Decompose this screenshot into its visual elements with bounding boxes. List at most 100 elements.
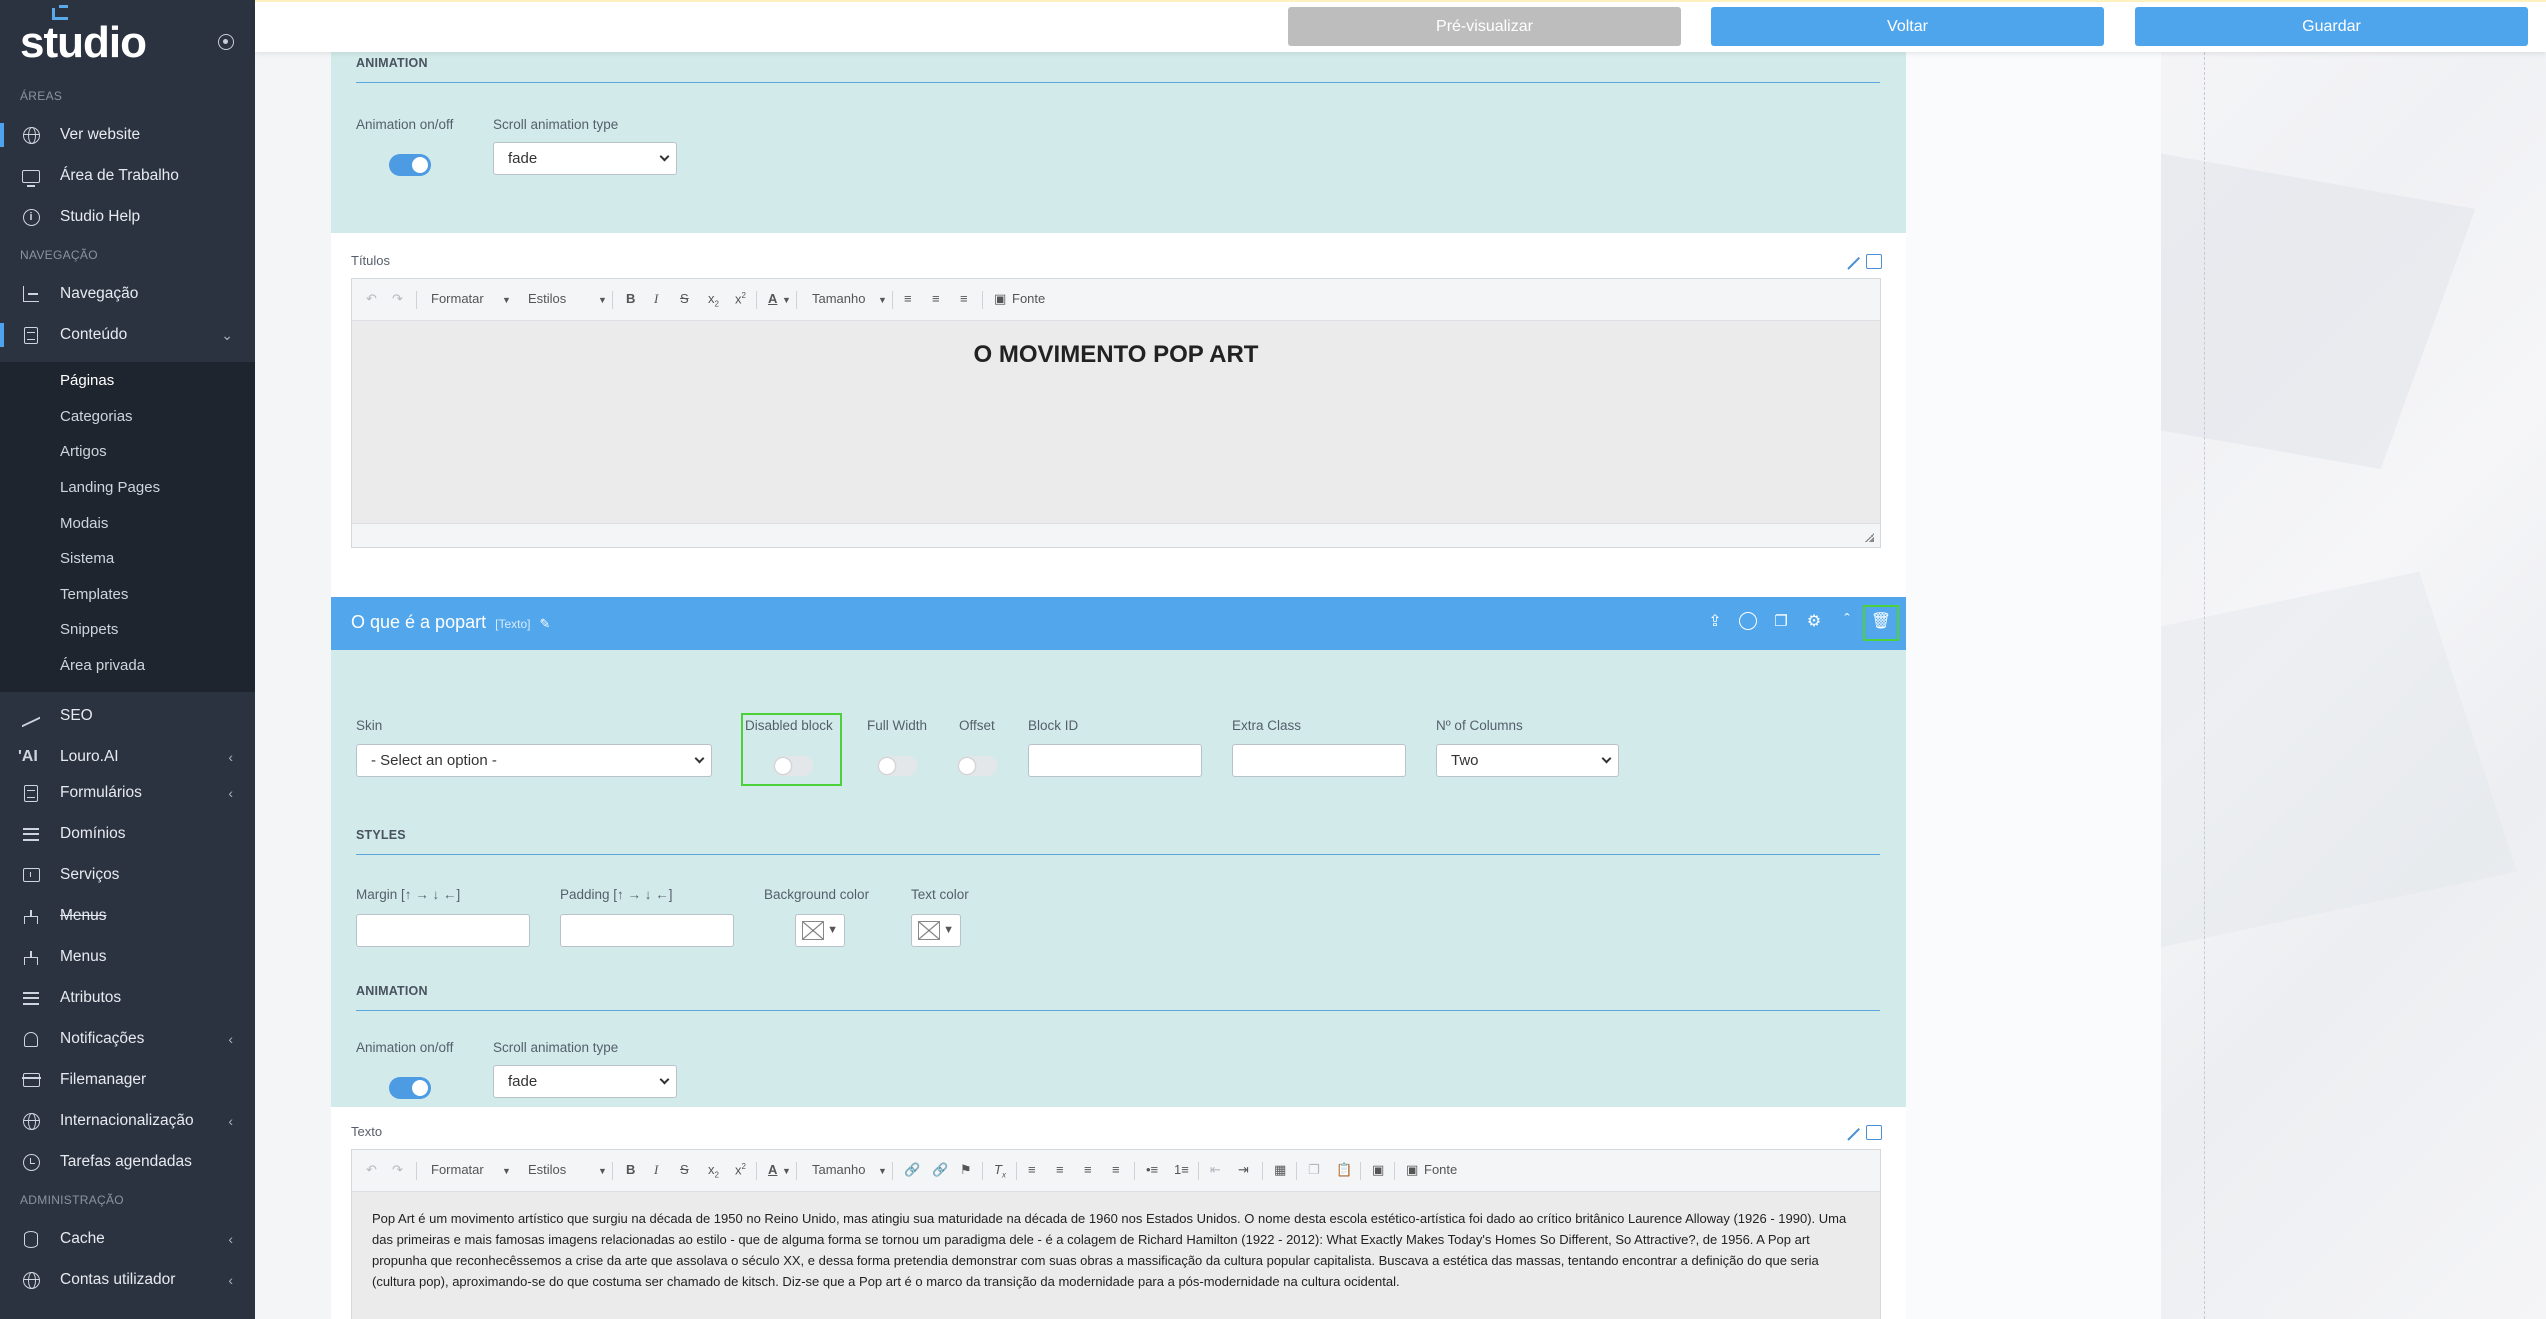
full-width-toggle[interactable] (877, 756, 917, 776)
italic-icon[interactable]: I (654, 291, 658, 307)
unlink-icon[interactable]: 🔗 (932, 1162, 948, 1178)
subscript-icon[interactable]: x2 (708, 291, 719, 309)
collapse-chevron-up-icon[interactable]: ˆ (1837, 611, 1857, 631)
strikethrough-icon[interactable]: S (680, 291, 689, 306)
image-icon[interactable]: ▣ (1372, 1162, 1384, 1178)
indent-icon[interactable]: ⇥ (1238, 1162, 1249, 1178)
history-clock-icon[interactable] (1739, 612, 1757, 630)
animation-toggle[interactable] (389, 154, 431, 176)
outdent-icon[interactable]: ⇤ (1210, 1162, 1221, 1178)
sidebar-item-menus-legacy[interactable]: Menus (0, 896, 255, 936)
block-header-o-que-e-a-popart[interactable]: O que é a popart [Texto] ✎ ⇪ ❐ ⚙ ˆ 🗑 (331, 597, 1906, 650)
text-color-icon[interactable]: A (768, 291, 777, 306)
sidebar-item-studio-help[interactable]: i Studio Help (0, 197, 255, 237)
ai-magic-icon[interactable] (1847, 253, 1882, 271)
source-code-icon[interactable]: ▣ (994, 291, 1006, 307)
text-rich-text-editor[interactable]: ↶ ↷ Formatar ▼ Estilos ▼ B I S x2 x2 A ▼… (351, 1149, 1881, 1319)
scroll-animation-select[interactable]: fade (493, 142, 677, 175)
align-left-icon[interactable]: ≡ (904, 291, 912, 306)
padding-input[interactable] (560, 914, 734, 947)
align-left-icon[interactable]: ≡ (1028, 1162, 1036, 1177)
bold-icon[interactable]: B (626, 291, 635, 306)
margin-input[interactable] (356, 914, 530, 947)
styles-dropdown[interactable]: Estilos (528, 1162, 566, 1177)
resize-handle-icon[interactable] (1864, 532, 1874, 542)
text-color-picker[interactable]: ▼ (911, 914, 961, 947)
italic-icon[interactable]: I (654, 1162, 658, 1178)
size-dropdown[interactable]: Tamanho (812, 1162, 865, 1177)
undo-icon[interactable]: ↶ (366, 1162, 377, 1178)
titles-rich-text-editor[interactable]: ↶ ↷ Formatar ▼ Estilos ▼ B I S x2 x2 A ▼… (351, 278, 1881, 548)
disabled-block-toggle[interactable] (773, 756, 813, 776)
format-dropdown[interactable]: Formatar (431, 1162, 484, 1177)
skin-select[interactable]: - Select an option - (356, 744, 712, 777)
save-button[interactable]: Guardar (2135, 7, 2528, 46)
superscript-icon[interactable]: x2 (735, 291, 746, 306)
sidebar-item-servicos[interactable]: Serviços (0, 855, 255, 895)
sidebar-item-seo[interactable]: SEO (0, 696, 255, 736)
background-color-picker[interactable]: ▼ (795, 914, 845, 947)
clear-format-icon[interactable]: Tx (994, 1162, 1006, 1180)
subscript-icon[interactable]: x2 (708, 1162, 719, 1180)
edit-title-icon[interactable]: ✎ (540, 616, 551, 631)
submenu-item-categorias[interactable]: Categorias (60, 408, 133, 425)
block-id-input[interactable] (1028, 744, 1202, 777)
extra-class-input[interactable] (1232, 744, 1406, 777)
source-button[interactable]: Fonte (1012, 291, 1045, 306)
preview-button[interactable]: Pré-visualizar (1288, 7, 1681, 46)
submenu-item-area-privada[interactable]: Área privada (60, 657, 145, 674)
sidebar-item-louro-ai[interactable]: 'AI Louro.AI ‹ (0, 737, 255, 777)
sidebar-item-menus[interactable]: Menus (0, 937, 255, 977)
sidebar-item-tarefas-agendadas[interactable]: Tarefas agendadas (0, 1142, 255, 1182)
scroll-animation-select[interactable]: fade (493, 1065, 677, 1098)
link-icon[interactable]: 🔗 (904, 1162, 920, 1178)
sidebar-item-ver-website[interactable]: Ver website (0, 115, 255, 155)
source-button[interactable]: Fonte (1424, 1162, 1457, 1177)
numbered-list-icon[interactable]: 1≡ (1174, 1162, 1189, 1177)
align-justify-icon[interactable]: ≡ (1112, 1162, 1120, 1177)
submenu-item-artigos[interactable]: Artigos (60, 443, 107, 460)
align-center-icon[interactable]: ≡ (1056, 1162, 1064, 1177)
columns-select[interactable]: Two (1436, 744, 1619, 777)
redo-icon[interactable]: ↷ (392, 291, 403, 307)
submenu-item-snippets[interactable]: Snippets (60, 621, 118, 638)
sidebar-item-filemanager[interactable]: Filemanager (0, 1060, 255, 1100)
sidebar-item-formularios[interactable]: Formulários ‹ (0, 773, 255, 813)
align-right-icon[interactable]: ≡ (960, 291, 968, 306)
align-right-icon[interactable]: ≡ (1084, 1162, 1092, 1177)
sidebar-item-cache[interactable]: Cache ‹ (0, 1219, 255, 1259)
sidebar-item-dominios[interactable]: Domínios (0, 814, 255, 854)
paste-icon[interactable]: 📋 (1336, 1162, 1352, 1178)
sidebar-item-conteudo[interactable]: Conteúdo ⌄ (0, 315, 255, 355)
strikethrough-icon[interactable]: S (680, 1162, 689, 1177)
sidebar-item-internacionalizacao[interactable]: Internacionalização ‹ (0, 1101, 255, 1141)
source-code-icon[interactable]: ▣ (1406, 1162, 1418, 1178)
upload-icon[interactable]: ⇪ (1705, 611, 1725, 631)
sidebar-item-navegacao[interactable]: Navegação (0, 274, 255, 314)
duplicate-icon[interactable]: ❐ (1771, 611, 1791, 631)
sidebar-item-contas-utilizador[interactable]: Contas utilizador ‹ (0, 1260, 255, 1300)
undo-icon[interactable]: ↶ (366, 291, 377, 307)
submenu-item-templates[interactable]: Templates (60, 586, 128, 603)
sidebar-item-atributos[interactable]: Atributos (0, 978, 255, 1018)
text-color-icon[interactable]: A (768, 1162, 777, 1177)
copy-icon[interactable]: ❐ (1308, 1162, 1320, 1178)
submenu-item-modais[interactable]: Modais (60, 515, 108, 532)
bold-icon[interactable]: B (626, 1162, 635, 1177)
sidebar-item-area-de-trabalho[interactable]: Área de Trabalho (0, 156, 255, 196)
bulleted-list-icon[interactable]: •≡ (1146, 1162, 1158, 1177)
redo-icon[interactable]: ↷ (392, 1162, 403, 1178)
sidebar-collapse-toggle-icon[interactable] (218, 34, 234, 50)
align-center-icon[interactable]: ≡ (932, 291, 940, 306)
studio-logo[interactable]: studio (20, 5, 220, 67)
superscript-icon[interactable]: x2 (735, 1162, 746, 1177)
submenu-item-sistema[interactable]: Sistema (60, 550, 114, 567)
sidebar-item-notificacoes[interactable]: Notificações ‹ (0, 1019, 255, 1059)
format-dropdown[interactable]: Formatar (431, 291, 484, 306)
settings-gear-icon[interactable]: ⚙ (1804, 611, 1824, 631)
offset-toggle[interactable] (957, 756, 997, 776)
table-icon[interactable]: ▦ (1274, 1162, 1286, 1178)
ai-magic-icon[interactable] (1847, 1124, 1882, 1142)
submenu-item-landing-pages[interactable]: Landing Pages (60, 479, 160, 496)
animation-toggle[interactable] (389, 1077, 431, 1099)
